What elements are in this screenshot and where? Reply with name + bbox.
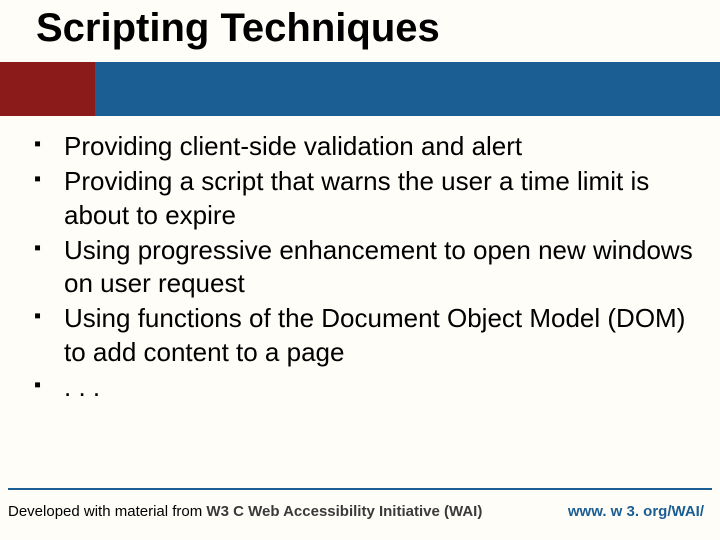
footer-url: www. w 3. org/WAI/ bbox=[568, 503, 704, 520]
slide-body: Providing client-side validation and ale… bbox=[34, 130, 694, 406]
footer-rule bbox=[8, 488, 712, 490]
title-band bbox=[0, 62, 720, 116]
footer-prefix: Developed with material from bbox=[8, 503, 206, 520]
title-accent bbox=[0, 62, 95, 116]
slide-title: Scripting Techniques bbox=[36, 6, 440, 51]
footer: Developed with material from W3 C Web Ac… bbox=[8, 503, 712, 520]
bullet-item: Providing client-side validation and ale… bbox=[34, 130, 694, 163]
footer-source: W3 C Web Accessibility Initiative (WAI) bbox=[206, 503, 482, 520]
bullet-item: Providing a script that warns the user a… bbox=[34, 165, 694, 232]
bullet-item: . . . bbox=[34, 371, 694, 404]
bullet-item: Using functions of the Document Object M… bbox=[34, 302, 694, 369]
bullet-list: Providing client-side validation and ale… bbox=[34, 130, 694, 404]
slide: Scripting Techniques Providing client-si… bbox=[0, 0, 720, 540]
bullet-item: Using progressive enhancement to open ne… bbox=[34, 234, 694, 301]
